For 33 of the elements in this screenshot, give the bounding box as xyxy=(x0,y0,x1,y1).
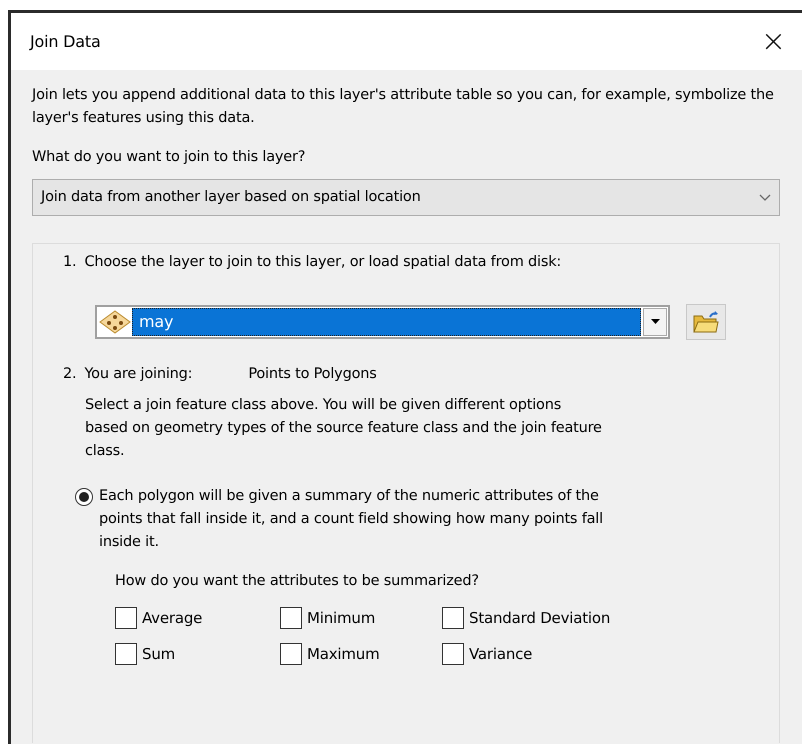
join-question: What do you want to join to this layer? xyxy=(32,148,306,167)
step-description: Select a join feature class above. You will be given different options based on geometry types of the source feature class and the join feature class. xyxy=(84,396,603,460)
checkbox-label[interactable]: Variance xyxy=(469,643,532,666)
checkbox-label[interactable]: Maximum xyxy=(307,643,380,666)
checkbox[interactable] xyxy=(115,606,137,629)
checkbox[interactable] xyxy=(442,643,464,666)
checkbox[interactable] xyxy=(442,606,464,629)
checkbox-label[interactable]: Sum xyxy=(142,643,176,666)
join-kind-value: Points to Polygons xyxy=(248,364,377,384)
dropdown-value: Join data from another layer based on spatial location xyxy=(41,188,421,207)
layer-combo-box[interactable]: may xyxy=(95,304,670,339)
close-button[interactable]: × xyxy=(756,26,790,56)
folder-icon xyxy=(692,310,720,334)
radio-button[interactable] xyxy=(75,488,93,506)
option-label[interactable]: Each polygon will be given a summary of the numeric attributes of the points that fall inside it, and a count field showing how many points fall inside it. xyxy=(99,484,619,554)
chevron-down-icon xyxy=(759,194,771,202)
window-title: Join Data xyxy=(30,30,101,52)
checkbox[interactable] xyxy=(280,606,302,629)
open-folder-button[interactable] xyxy=(686,304,726,340)
point-layer-icon xyxy=(98,308,132,335)
step-number: 2. xyxy=(63,364,76,384)
checkbox[interactable] xyxy=(115,643,137,666)
checkbox[interactable] xyxy=(280,643,302,666)
layer-value[interactable]: may xyxy=(132,308,641,336)
checkbox-label[interactable]: Standard Deviation xyxy=(469,606,610,629)
step-label: Choose the layer to join to this layer, or load spatial data from disk: xyxy=(84,253,562,272)
checkbox-label[interactable]: Minimum xyxy=(307,606,376,629)
checkbox-label[interactable]: Average xyxy=(142,606,202,629)
intro-text: Join lets you append additional data to this layer's attribute table so you can, for example, symbolize the layer's features using this data. xyxy=(32,86,775,128)
step-number: 1. xyxy=(63,253,76,272)
summary-question: How do you want the attributes to be summarized? xyxy=(115,572,480,590)
step-label: You are joining: xyxy=(84,364,192,384)
join-type-dropdown[interactable]: Join data from another layer based on spatial location xyxy=(32,179,780,216)
